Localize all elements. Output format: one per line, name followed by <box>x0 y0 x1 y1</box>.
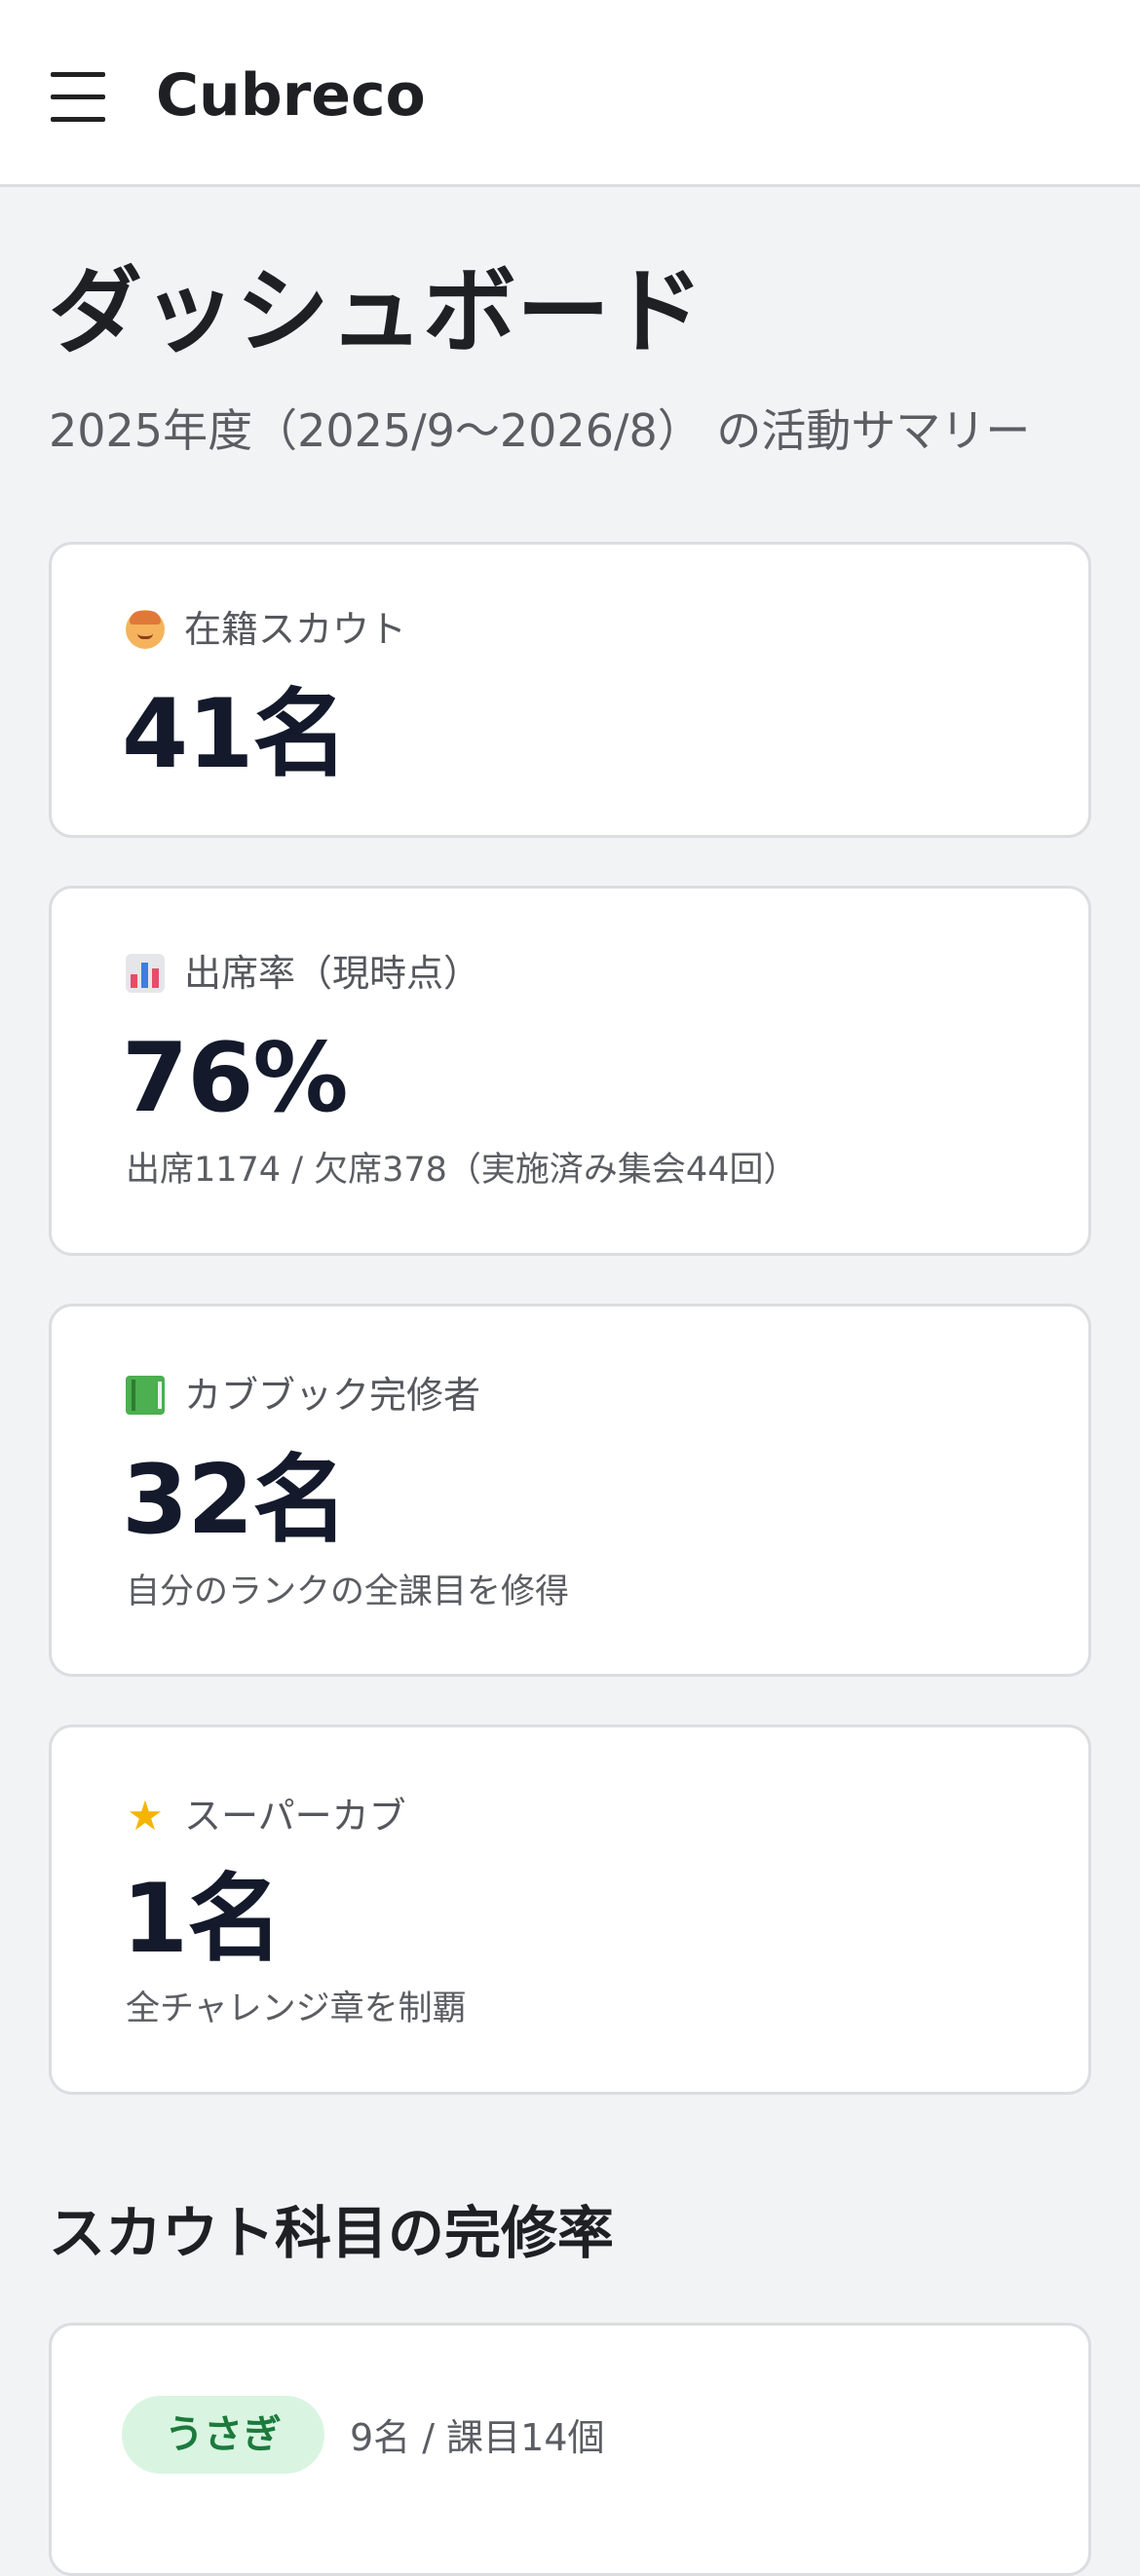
stat-card-cubbook-completed: カブブック完修者 32名 自分のランクの全課目を修得 <box>49 1304 1091 1677</box>
stat-card-label: 出席率（現時点） <box>126 949 480 998</box>
star-icon: ★ <box>127 1792 164 1839</box>
stat-card-label: カブブック完修者 <box>126 1371 480 1420</box>
stat-card-label: ★ スーパーカブ <box>126 1792 406 1840</box>
stat-label-text: カブブック完修者 <box>184 1374 481 1417</box>
app-header: Cubreco <box>0 0 1140 187</box>
app-name: Cubreco <box>156 61 426 130</box>
stat-value: 1名 <box>122 1864 283 1975</box>
stat-note: 出席1174 / 欠席378（実施済み集会44回） <box>126 1151 798 1190</box>
stat-label-text: スーパーカブ <box>184 1795 406 1837</box>
rank-meta: 9名 / 課目14個 <box>350 2416 605 2459</box>
stat-value: 41名 <box>122 679 348 790</box>
bar-chart-icon <box>126 954 165 993</box>
stat-card-super-cub: ★ スーパーカブ 1名 全チャレンジ章を制覇 <box>49 1724 1091 2095</box>
stat-card-attendance-rate: 出席率（現時点） 76% 出席1174 / 欠席378（実施済み集会44回） <box>49 886 1091 1256</box>
rank-badge-usagi: うさぎ <box>122 2396 324 2474</box>
green-book-icon <box>126 1376 165 1415</box>
stat-label-text: 在籍スカウト <box>184 608 407 651</box>
stat-value: 76% <box>122 1023 349 1134</box>
hamburger-menu-icon[interactable] <box>51 72 105 122</box>
stat-card-label: 在籍スカウト <box>126 605 406 654</box>
rank-completion-card[interactable]: うさぎ 9名 / 課目14個 <box>49 2323 1091 2576</box>
page-title: ダッシュボード <box>49 257 703 366</box>
stat-note: 全チャレンジ章を制覇 <box>126 1989 467 2028</box>
section-title: スカウト科目の完修率 <box>49 2200 615 2266</box>
stat-note: 自分のランクの全課目を修得 <box>126 1572 570 1611</box>
stat-label-text: 出席率（現時点） <box>184 952 481 995</box>
page-subtitle: 2025年度（2025/9〜2026/8） の活動サマリー <box>49 404 1031 457</box>
stat-card-enrolled-scouts: 在籍スカウト 41名 <box>49 542 1091 838</box>
scout-face-icon <box>126 610 165 649</box>
stat-value: 32名 <box>122 1445 348 1556</box>
